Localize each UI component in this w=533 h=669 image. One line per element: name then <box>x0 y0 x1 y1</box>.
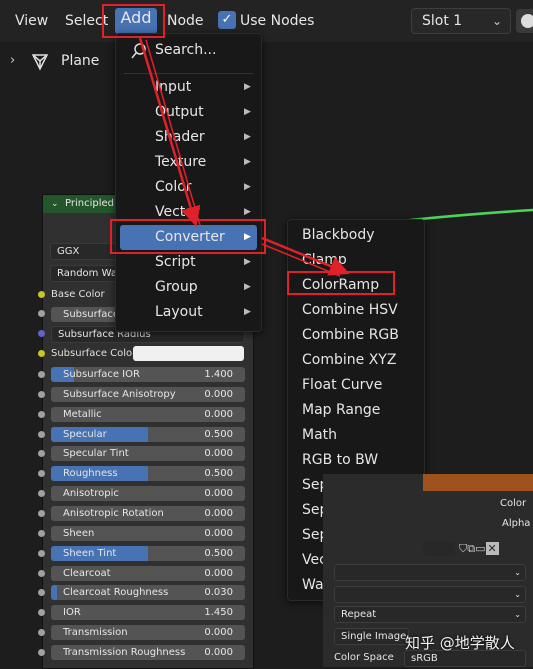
annotation-arrows <box>138 37 350 277</box>
